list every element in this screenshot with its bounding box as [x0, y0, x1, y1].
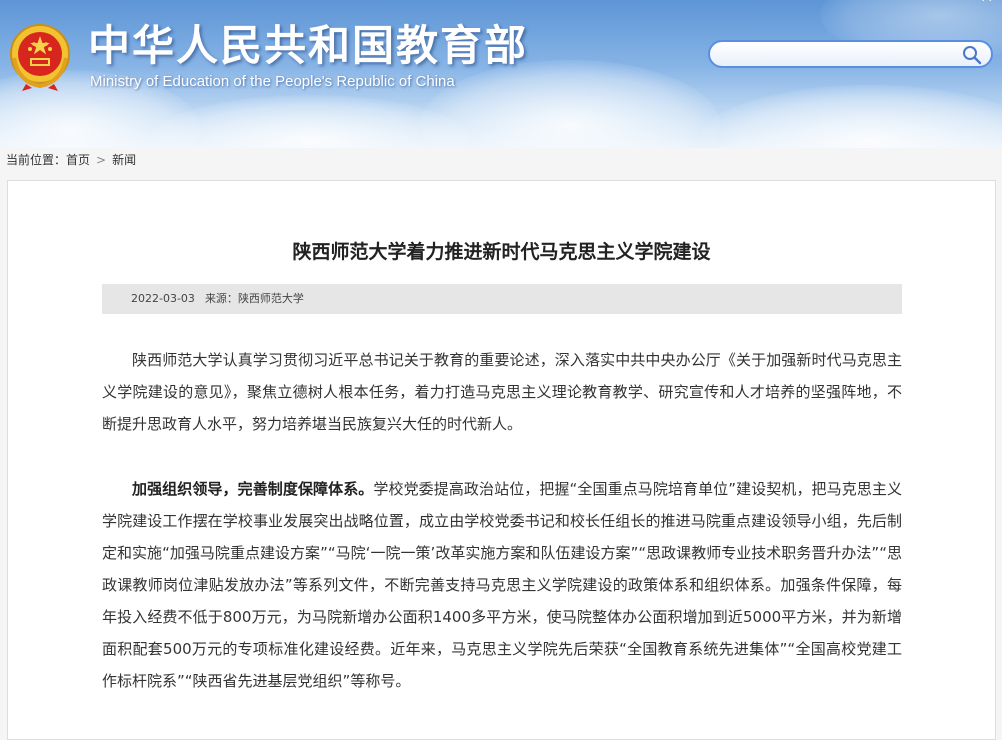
header-banner: · · 中华人民共和国教育部 Ministry of Education of …: [0, 0, 1002, 148]
paragraph-2-lead: 加强组织领导，完善制度保障体系。: [132, 480, 374, 498]
article-meta-bar: 2022-03-03 来源：陕西师范大学: [102, 284, 902, 314]
article-title: 陕西师范大学着力推进新时代马克思主义学院建设: [292, 241, 711, 263]
article-date: 2022-03-03: [131, 292, 195, 305]
top-links[interactable]: · ·: [982, 0, 993, 7]
article-paragraph-2: 加强组织领导，完善制度保障体系。学校党委提高政治站位，把握“全国重点马院培育单位…: [102, 473, 902, 697]
search-input[interactable]: [724, 45, 958, 65]
article-card: 陕西师范大学着力推进新时代马克思主义学院建设 2022-03-03 来源：陕西师范…: [7, 180, 996, 740]
cloud-decoration: [700, 85, 1002, 148]
site-subtitle: Ministry of Education of the People's Re…: [90, 73, 455, 90]
search-icon[interactable]: [961, 44, 983, 66]
paragraph-2-body: 学校党委提高政治站位，把握“全国重点马院培育单位”建设契机，把马克思主义学院建设…: [102, 480, 902, 690]
breadcrumb-news-link[interactable]: 新闻: [112, 153, 136, 167]
search-box: [708, 40, 993, 68]
article-source: 陕西师范大学: [237, 292, 304, 305]
breadcrumb-label: 当前位置：: [6, 153, 67, 167]
article-source-label: 来源：: [204, 292, 238, 305]
breadcrumb-home-link[interactable]: 首页: [66, 153, 90, 167]
breadcrumb: 当前位置：首页 > 新闻: [6, 151, 136, 169]
cloud-decoration: [420, 60, 720, 148]
breadcrumb-separator: >: [96, 153, 107, 167]
national-emblem-icon: [10, 24, 70, 91]
article-paragraph-1: 陕西师范大学认真学习贯彻习近平总书记关于教育的重要论述，深入落实中共中央办公厅《…: [102, 351, 902, 433]
site-title: 中华人民共和国教育部: [88, 21, 529, 70]
